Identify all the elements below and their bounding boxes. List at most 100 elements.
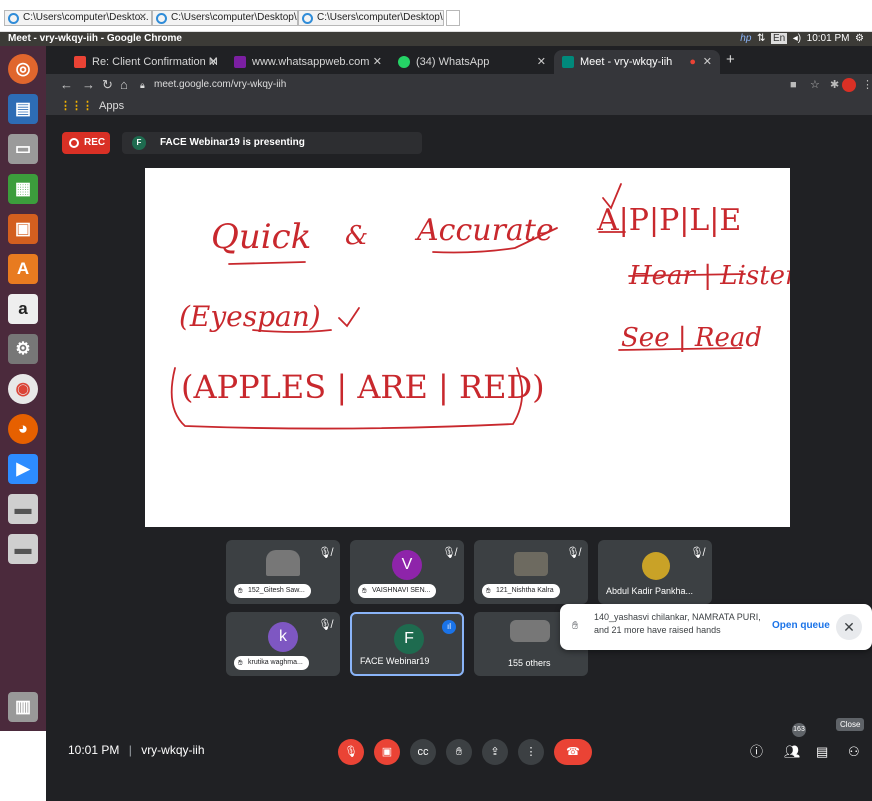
apps-bookmark[interactable]: Apps (99, 100, 124, 112)
os-tab-strip: C:\Users\computer\Deskto... ✕ C:\Users\c… (0, 0, 872, 32)
browser-tab-strip: Re: Client Confirmation M ✕ www.whatsapp… (46, 46, 872, 74)
open-queue-button[interactable]: Open queue (772, 620, 830, 631)
word-quick: Quick (211, 217, 311, 257)
ubuntu-launcher: ◎ ▤ ▭ ▦ ▣ A a ⚙ ◉ ◕ ▶ ▬ ▬ ▥ (0, 46, 46, 731)
reload-icon[interactable]: ↻ (102, 74, 113, 96)
chrome-icon[interactable]: ◉ (8, 374, 38, 404)
extensions-icon[interactable]: ✱ (830, 74, 839, 96)
browser-tab-meet[interactable]: Meet - vry-wkqy-iih ● ✕ (554, 50, 720, 74)
os-tab-2[interactable]: C:\Users\computer\Desktop\C... (152, 10, 298, 26)
word-hear-listen: Hear | Listen (628, 261, 790, 291)
network-icon[interactable]: ⇅ (757, 33, 765, 44)
system-settings-icon[interactable]: ⚙ (8, 334, 38, 364)
raised-hand-icon: ✋︎ (572, 620, 579, 632)
bookmark-star-icon[interactable]: ☆ (810, 74, 820, 96)
participant-tile-active-speaker[interactable]: F ıl FACE Webinar19 (350, 612, 464, 676)
address-bar[interactable]: 🔒︎ meet.google.com/vry-wkqy-iih (136, 76, 776, 94)
back-icon[interactable]: ← (60, 74, 73, 96)
close-icon[interactable]: ✕ (537, 50, 546, 74)
browser-tab-gmail[interactable]: Re: Client Confirmation M ✕ (66, 50, 226, 74)
mic-off-icon: 🎙︎̸ (318, 547, 332, 559)
raised-hands-notification: ✋︎ 140_yashasvi chilankar, NAMRATA PURI,… (560, 604, 872, 650)
firefox-icon[interactable]: ◕ (8, 414, 38, 444)
profile-avatar[interactable] (842, 78, 856, 92)
os-tab-1[interactable]: C:\Users\computer\Deskto... ✕ (4, 10, 152, 26)
browser-tab-whatsapp[interactable]: (34) WhatsApp ✕ (390, 50, 554, 74)
leave-call-button[interactable]: ☎︎ (554, 739, 592, 765)
ubuntu-dash-icon[interactable]: ◎ (8, 54, 38, 84)
participant-tile[interactable]: V 🎙︎̸ ✋︎ VAISHNAVI SEN... (350, 540, 464, 604)
whatsapp-icon (398, 56, 410, 68)
close-icon[interactable]: ✕ (209, 50, 218, 74)
home-icon[interactable]: ⌂ (120, 74, 128, 96)
apps-grid-icon[interactable]: ⋮⋮⋮ (60, 100, 93, 112)
ubuntu-top-bar: Meet - vry-wkqy-iih - Google Chrome hp ⇅… (0, 32, 872, 46)
others-avatars (510, 620, 550, 642)
libreoffice-impress-icon[interactable]: ▣ (8, 214, 38, 244)
browser-tab-whatsappweb[interactable]: www.whatsappweb.com ✕ (226, 50, 390, 74)
menu-icon[interactable]: ⋮ (862, 74, 872, 96)
participant-name: ✋︎ VAISHNAVI SEN... (358, 584, 437, 598)
amazon-icon[interactable]: a (8, 294, 38, 324)
raised-hand-icon: ✋︎ (362, 586, 367, 595)
mic-off-icon: 🎙︎̸ (566, 547, 580, 559)
word-see-read: See | Read (621, 323, 762, 353)
meeting-separator: | (128, 743, 132, 757)
mic-off-icon: 🎙︎̸ (318, 619, 332, 631)
ie-icon (8, 13, 19, 24)
mic-toggle-button[interactable]: 🎙︎ (338, 739, 364, 765)
close-notification-button[interactable]: ✕ (836, 614, 862, 640)
clock[interactable]: 10:01 PM (807, 33, 850, 44)
participant-tile[interactable]: 🎙︎̸ Abdul Kadir Pankha... (598, 540, 712, 604)
trash-icon[interactable]: ▥ (8, 692, 38, 722)
close-icon[interactable]: ✕ (139, 11, 147, 25)
rec-label: REC (84, 137, 106, 148)
meet-stage: REC F FACE Webinar19 is presenting Quick… (46, 116, 872, 801)
close-icon[interactable]: ✕ (703, 50, 712, 74)
presented-whiteboard: Quick & Accurate (Eyespan) (APPLES | ARE… (145, 168, 790, 527)
drive-icon[interactable]: ▬ (8, 494, 38, 524)
participant-tile[interactable]: 🎙︎̸ ✋︎ 121_Nishtha Kalra (474, 540, 588, 604)
participant-tile[interactable]: k 🎙︎̸ ✋︎ krutika waghma... (226, 612, 340, 676)
mic-off-icon: 🎙︎̸ (690, 547, 704, 559)
settings-gear-icon[interactable]: ⚙ (855, 33, 864, 44)
mic-off-icon: 🎙︎̸ (442, 547, 456, 559)
camera-toggle-button[interactable]: ▣ (374, 739, 400, 765)
word-and: & (345, 221, 368, 251)
others-count: 155 others (508, 658, 551, 668)
browser-tab-label: (34) WhatsApp (416, 56, 490, 68)
present-button[interactable]: ⇪ (482, 739, 508, 765)
meeting-code[interactable]: vry-wkqy-iih (141, 743, 204, 757)
drive-2-icon[interactable]: ▬ (8, 534, 38, 564)
camera-indicator-icon[interactable]: ■ (790, 74, 797, 96)
more-options-button[interactable]: ⋮ (518, 739, 544, 765)
libreoffice-calc-icon[interactable]: ▦ (8, 174, 38, 204)
participant-name: ✋︎ 152_Gitesh Saw... (234, 584, 311, 598)
raised-hands-message: 140_yashasvi chilankar, NAMRATA PURI, an… (594, 612, 761, 635)
chrome-window: Re: Client Confirmation M ✕ www.whatsapp… (46, 46, 872, 801)
captions-button[interactable]: cc (410, 739, 436, 765)
raise-hand-button[interactable]: ✋︎ (446, 739, 472, 765)
participant-tile[interactable]: 🎙︎̸ ✋︎ 152_Gitesh Saw... (226, 540, 340, 604)
forward-icon[interactable]: → (82, 74, 95, 96)
participant-name: ✋︎ 121_Nishtha Kalra (482, 584, 560, 598)
keyboard-layout[interactable]: En (770, 33, 788, 44)
activities-icon[interactable]: ⚇ (848, 739, 860, 765)
chat-icon[interactable]: ▤ (816, 739, 828, 765)
new-tab-button[interactable]: + (726, 51, 735, 68)
os-new-tab-button[interactable] (446, 10, 460, 26)
word-accurate: Accurate (414, 213, 554, 248)
people-icon[interactable]: 👥︎ (784, 739, 801, 765)
software-center-icon[interactable]: A (8, 254, 38, 284)
close-icon[interactable]: ✕ (373, 50, 382, 74)
volume-icon[interactable]: ◂) (793, 33, 801, 44)
raised-hand-icon: ✋︎ (238, 658, 243, 667)
meeting-info-icon[interactable]: ⓘ (750, 739, 763, 765)
participant-photo (514, 552, 548, 576)
libreoffice-writer-icon[interactable]: ▤ (8, 94, 38, 124)
url-text: meet.google.com/vry-wkqy-iih (154, 79, 287, 90)
zoom-icon[interactable]: ▶ (8, 454, 38, 484)
participant-name: ✋︎ krutika waghma... (234, 656, 309, 670)
os-tab-3[interactable]: C:\Users\computer\Desktop\C... (298, 10, 444, 26)
files-icon[interactable]: ▭ (8, 134, 38, 164)
